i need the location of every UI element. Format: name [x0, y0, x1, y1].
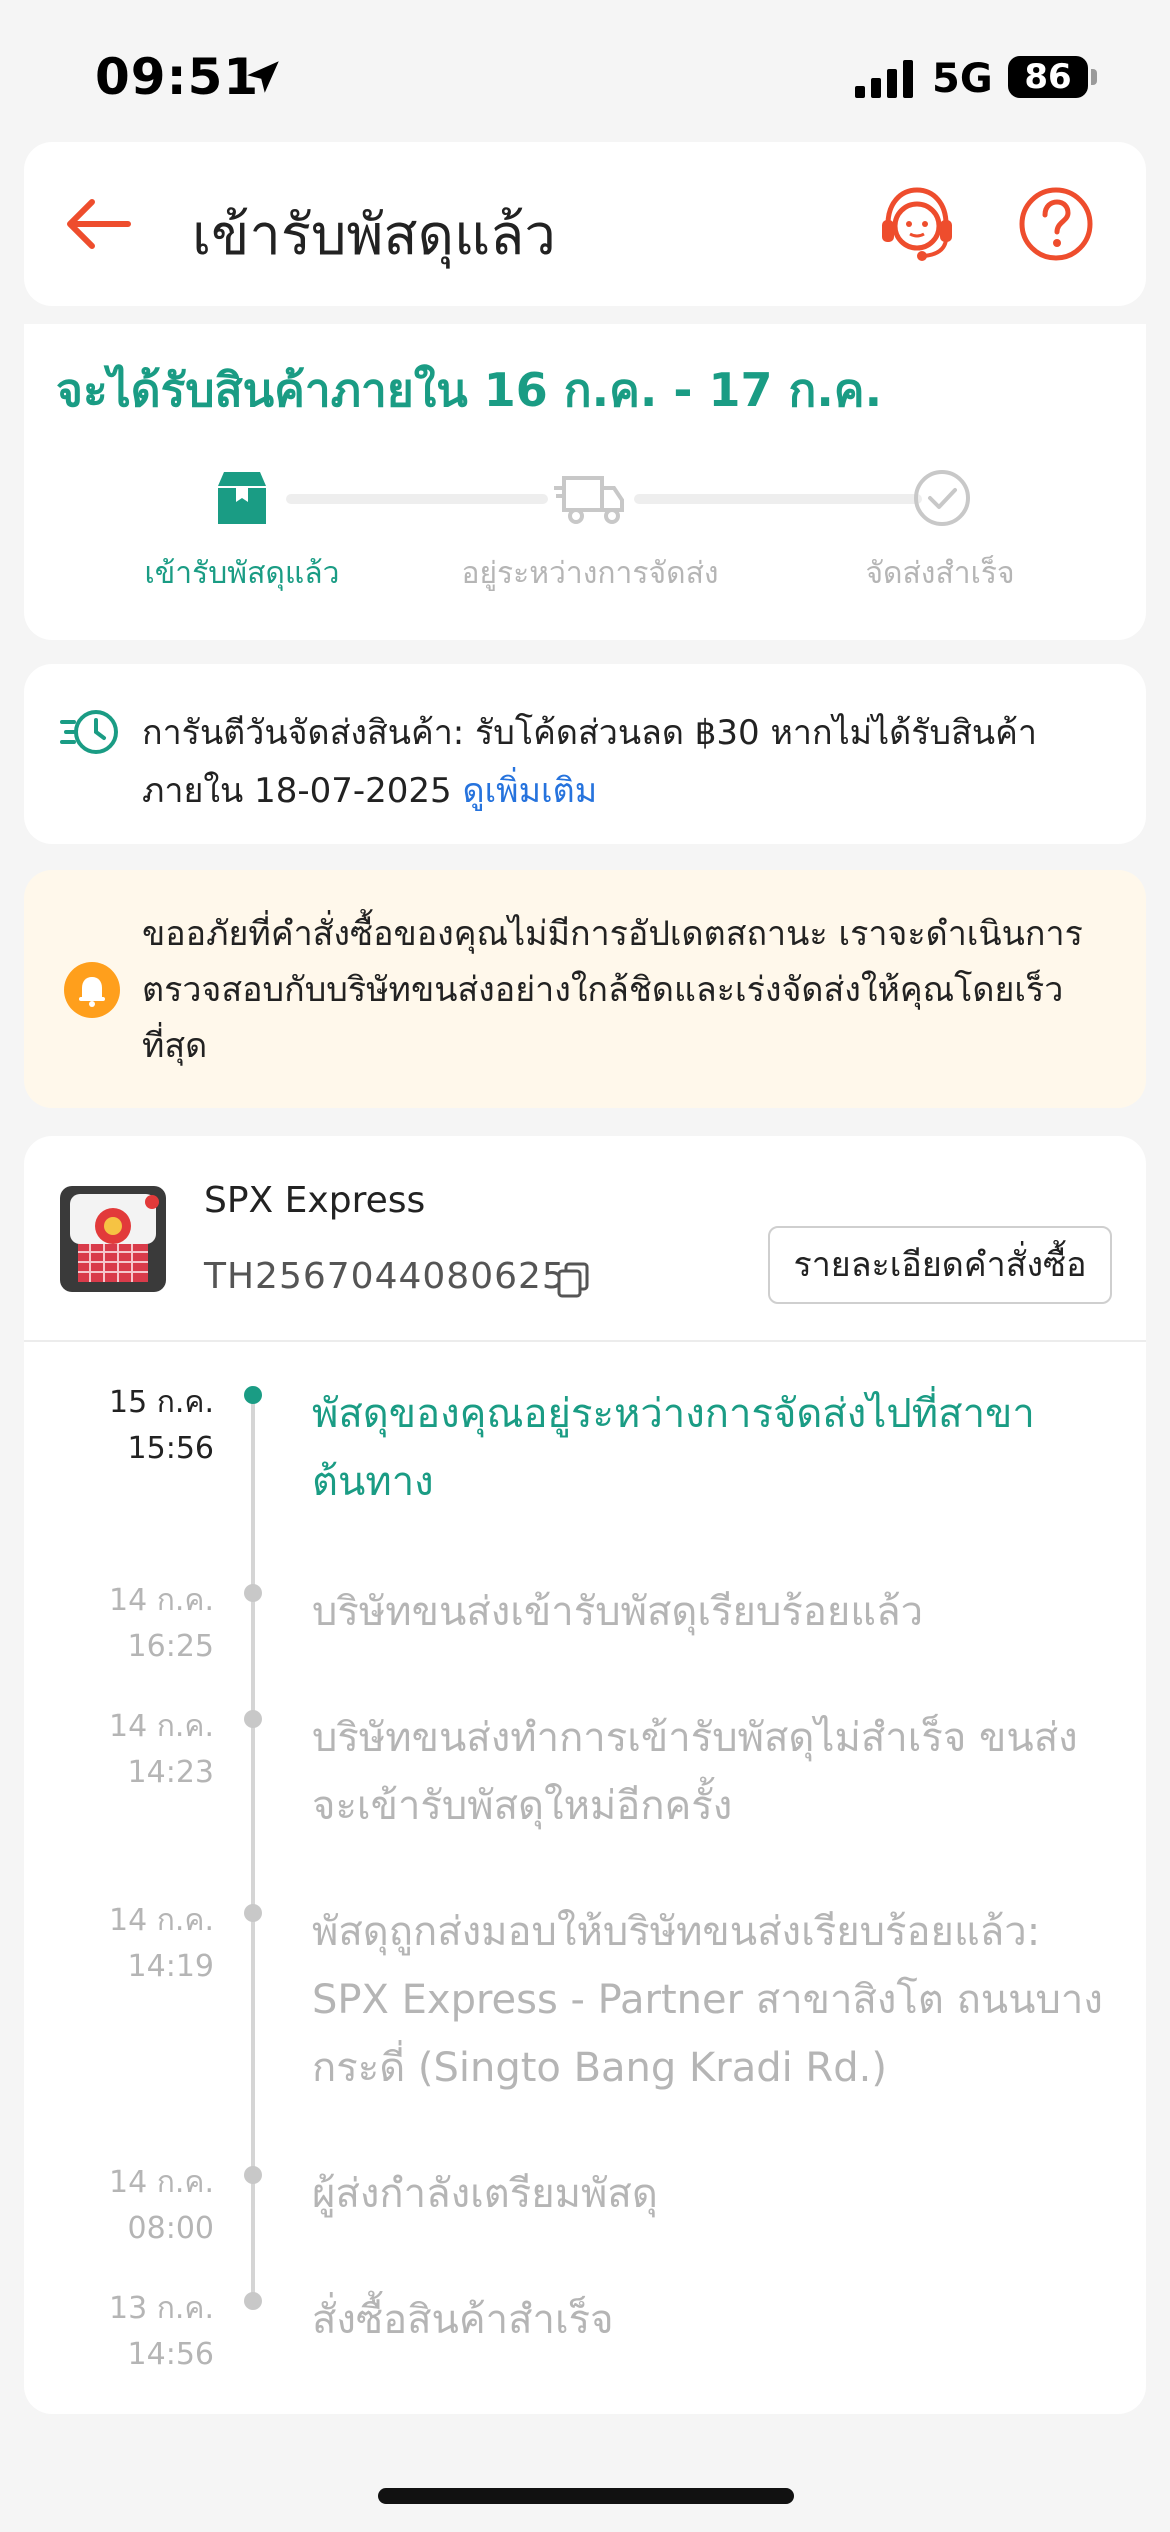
order-details-button[interactable]: รายละเอียดคำสั่งซื้อ — [768, 1226, 1112, 1304]
event-time: 14:23 — [127, 1755, 214, 1790]
battery-tip — [1091, 69, 1097, 85]
tracking-number: TH2567044080625 — [204, 1256, 566, 1297]
timeline-dot — [244, 2292, 262, 2310]
event-timestamp: 15 ก.ค. 15:56 — [64, 1380, 214, 1472]
event-description: ผู้ส่งกำลังเตรียมพัสดุ — [312, 2171, 658, 2217]
event-timestamp: 13 ก.ค. 14:56 — [64, 2286, 214, 2378]
home-indicator[interactable] — [378, 2488, 794, 2504]
package-box-icon — [218, 472, 266, 524]
event-date: 14 ก.ค. — [108, 1709, 214, 1744]
copy-icon[interactable] — [556, 1262, 590, 1298]
status-apology-notice: ขออภัยที่คำสั่งซื้อของคุณไม่มีการอัปเดตส… — [24, 870, 1146, 1108]
fast-clock-icon — [60, 710, 118, 754]
signal-bars-icon — [855, 60, 913, 98]
step-label-delivered: จัดส่งสำเร็จ — [865, 556, 1015, 591]
delivery-guarantee-card[interactable]: การันตีวันจัดส่งสินค้า: รับโค้ดส่วนลด ฿3… — [24, 664, 1146, 844]
check-circle-icon — [914, 470, 970, 526]
see-more-link[interactable]: ดูเพิ่มเติม — [462, 771, 597, 811]
timeline-dot — [244, 1904, 262, 1922]
event-date: 14 ก.ค. — [108, 2165, 214, 2200]
event-time: 15:56 — [127, 1431, 214, 1466]
event-timestamp: 14 ก.ค. 08:00 — [64, 2160, 214, 2252]
status-bar: 09:51 5G 86 — [0, 0, 1170, 140]
event-timestamp: 14 ก.ค. 14:23 — [64, 1704, 214, 1796]
event-description: สั่งซื้อสินค้าสำเร็จ — [312, 2297, 614, 2343]
event-date: 15 ก.ค. — [108, 1385, 214, 1420]
event-description: บริษัทขนส่งทำการเข้ารับพัสดุไม่สำเร็จ ขน… — [312, 1715, 1078, 1829]
location-arrow-icon — [247, 61, 279, 93]
event-description: พัสดุถูกส่งมอบให้บริษัทขนส่งเรียบร้อยแล้… — [312, 1909, 1103, 2091]
customer-support-icon[interactable] — [874, 180, 960, 266]
timeline-dot — [244, 1386, 262, 1404]
bell-icon — [64, 962, 120, 1018]
progress-line-2 — [634, 494, 922, 504]
delivery-progress-card: จะได้รับสินค้าภายใน 16 ก.ค. - 17 ก.ค. เข… — [24, 324, 1146, 640]
tracking-card: SPX Express TH2567044080625 รายละเอียดคำ… — [24, 1136, 1146, 2414]
divider — [24, 1340, 1146, 1342]
product-thumbnail[interactable] — [60, 1186, 166, 1292]
apology-message: ขออภัยที่คำสั่งซื้อของคุณไม่มีการอัปเดตส… — [142, 914, 1083, 1066]
event-timestamp: 14 ก.ค. 14:19 — [64, 1898, 214, 1990]
timeline-dot — [244, 2166, 262, 2184]
step-label-picked-up: เข้ารับพัสดุแล้ว — [144, 556, 340, 591]
network-type: 5G — [932, 56, 993, 102]
event-date: 13 ก.ค. — [108, 2291, 214, 2326]
estimated-delivery: จะได้รับสินค้าภายใน 16 ก.ค. - 17 ก.ค. — [56, 363, 883, 417]
timeline-line — [251, 1394, 255, 2300]
event-time: 16:25 — [127, 1629, 214, 1664]
event-description: บริษัทขนส่งเข้ารับพัสดุเรียบร้อยแล้ว — [312, 1589, 924, 1635]
event-timestamp: 14 ก.ค. 16:25 — [64, 1578, 214, 1670]
event-date: 14 ก.ค. — [108, 1583, 214, 1618]
back-arrow-icon[interactable] — [58, 184, 138, 264]
page-title: เข้ารับพัสดุแล้ว — [192, 203, 556, 268]
help-question-icon[interactable] — [1014, 182, 1098, 266]
timeline-dot — [244, 1584, 262, 1602]
status-time: 09:51 — [95, 48, 260, 106]
event-time: 14:19 — [127, 1949, 214, 1984]
step-label-in-transit: อยู่ระหว่างการจัดส่ง — [461, 556, 719, 591]
page-header: เข้ารับพัสดุแล้ว — [24, 142, 1146, 306]
timeline-dot — [244, 1710, 262, 1728]
delivery-truck-icon — [554, 476, 624, 524]
guarantee-text: การันตีวันจัดส่งสินค้า: รับโค้ดส่วนลด ฿3… — [142, 704, 1122, 820]
event-date: 14 ก.ค. — [108, 1903, 214, 1938]
event-time: 14:56 — [127, 2337, 214, 2372]
battery-level: 86 — [1008, 56, 1088, 98]
event-time: 08:00 — [127, 2211, 214, 2246]
event-description: พัสดุของคุณอยู่ระหว่างการจัดส่งไปที่สาขา… — [312, 1391, 1035, 1505]
carrier-name: SPX Express — [204, 1180, 426, 1221]
progress-line-1 — [286, 494, 548, 504]
